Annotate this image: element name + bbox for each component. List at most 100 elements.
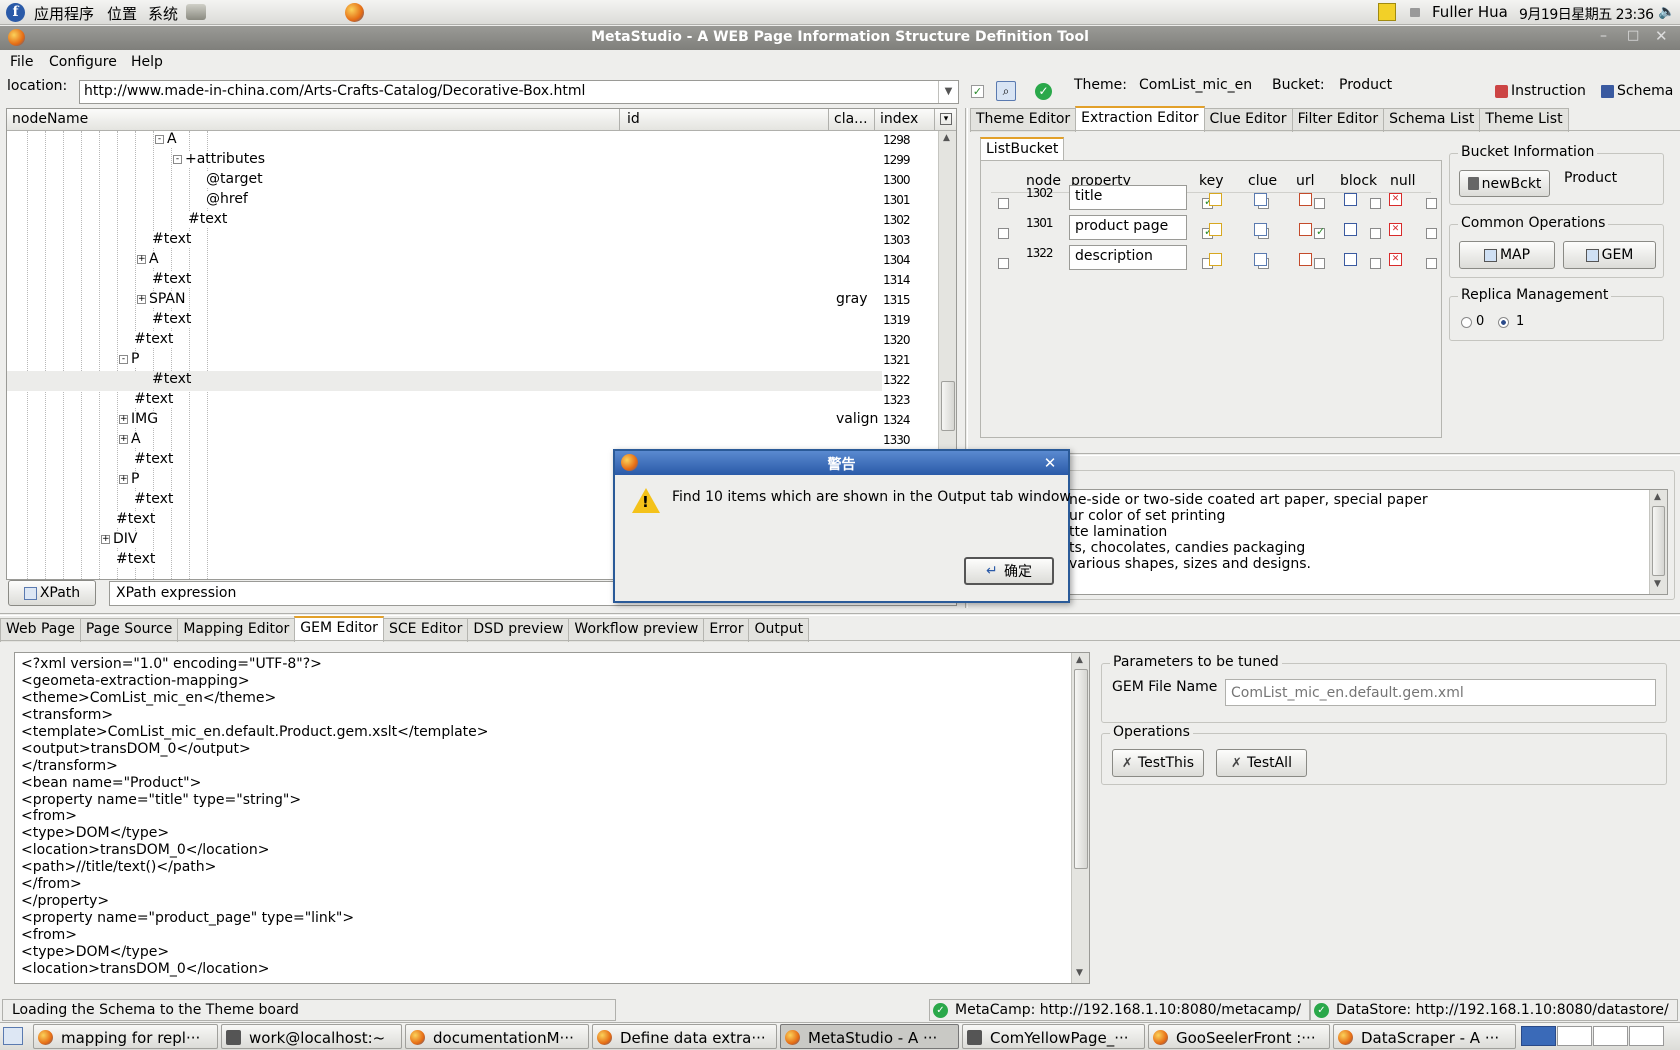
collapse-icon[interactable]: -: [119, 354, 128, 364]
url-option-icon[interactable]: [1299, 193, 1312, 206]
minimize-button[interactable]: –: [1600, 28, 1607, 44]
tab-theme-editor[interactable]: Theme Editor: [970, 108, 1077, 132]
scroll-up-icon[interactable]: ▲: [1076, 655, 1083, 665]
scroll-thumb[interactable]: [1074, 669, 1088, 869]
tree-row[interactable]: - P 1321: [7, 351, 911, 371]
tab-output[interactable]: Output: [748, 618, 810, 642]
new-bucket-button[interactable]: newBckt: [1459, 170, 1550, 197]
expand-icon[interactable]: +: [119, 414, 128, 424]
show-desktop-icon[interactable]: [3, 1027, 23, 1045]
clue-option-icon[interactable]: [1254, 193, 1267, 206]
replica-radio-0[interactable]: [1461, 317, 1472, 328]
menu-places[interactable]: 位置: [107, 3, 137, 24]
collapse-icon[interactable]: -: [155, 134, 164, 144]
gem-code-editor[interactable]: <?xml version="1.0" encoding="UTF-8"?> <g…: [14, 652, 1090, 984]
block-option-icon[interactable]: [1344, 253, 1357, 266]
tree-row[interactable]: + A 1304: [7, 251, 911, 271]
tab-extraction-editor[interactable]: Extraction Editor: [1075, 106, 1205, 130]
tab-page-source[interactable]: Page Source: [79, 618, 179, 642]
taskbar-window-button[interactable]: work@localhost:~: [221, 1024, 402, 1049]
tree-row[interactable]: + SPAN gray 1315: [7, 291, 911, 311]
null-option-icon[interactable]: ✕: [1389, 223, 1402, 236]
location-dropdown-icon[interactable]: ▼: [938, 81, 958, 103]
col-id[interactable]: id: [627, 111, 640, 127]
tab-listbucket[interactable]: ListBucket: [980, 137, 1065, 161]
taskbar-window-button[interactable]: mapping for repl···: [33, 1024, 218, 1049]
url-option-icon[interactable]: [1299, 253, 1312, 266]
taskbar-window-button[interactable]: DataScraper - A ···: [1333, 1024, 1516, 1049]
lock-icon[interactable]: [1410, 8, 1420, 17]
tab-error[interactable]: Error: [703, 618, 750, 642]
tab-filter-editor[interactable]: Filter Editor: [1291, 108, 1385, 132]
null-checkbox[interactable]: [1426, 227, 1437, 239]
scroll-thumb[interactable]: [1652, 506, 1665, 576]
xpath-button[interactable]: XPath: [8, 580, 96, 606]
tree-row[interactable]: #text 1302: [7, 211, 911, 231]
map-button[interactable]: MAP: [1459, 241, 1555, 269]
workspace-3[interactable]: [1593, 1026, 1628, 1046]
volume-icon[interactable]: 🔈: [1658, 4, 1675, 20]
row-select-checkbox[interactable]: [998, 197, 1009, 209]
block-checkbox[interactable]: [1370, 257, 1381, 269]
scroll-down-icon[interactable]: ▼: [1654, 579, 1661, 589]
menu-applications[interactable]: 应用程序: [34, 3, 94, 24]
tree-row[interactable]: @href 1301: [7, 191, 911, 211]
taskbar-window-button[interactable]: documentationM···: [405, 1024, 589, 1049]
tree-row[interactable]: #text 1319: [7, 311, 911, 331]
validate-icon[interactable]: ✓: [1035, 83, 1052, 100]
dialog-ok-button[interactable]: ↵ 确定: [964, 557, 1054, 585]
key-option-icon[interactable]: [1209, 193, 1222, 206]
col-nodename[interactable]: nodeName: [12, 111, 88, 127]
expand-icon[interactable]: +: [137, 254, 146, 264]
test-this-button[interactable]: ✗ TestThis: [1112, 749, 1204, 777]
key-option-icon[interactable]: [1209, 223, 1222, 236]
preview-scrollbar[interactable]: ▲ ▼: [1649, 490, 1667, 594]
location-input[interactable]: http://www.made-in-china.com/Arts-Crafts…: [84, 83, 585, 99]
url-checkbox[interactable]: [1314, 197, 1325, 209]
tab-workflow-preview[interactable]: Workflow preview: [568, 618, 705, 642]
block-option-icon[interactable]: [1344, 223, 1357, 236]
clue-option-icon[interactable]: [1254, 223, 1267, 236]
user-name[interactable]: Fuller Hua: [1432, 3, 1508, 21]
url-checkbox[interactable]: [1314, 257, 1325, 269]
column-chooser-icon[interactable]: ▾: [940, 113, 952, 125]
null-checkbox[interactable]: [1426, 197, 1437, 209]
url-option-icon[interactable]: [1299, 223, 1312, 236]
tree-row[interactable]: #text 1320: [7, 331, 911, 351]
right-splitter[interactable]: [970, 453, 1680, 456]
maximize-button[interactable]: □: [1627, 28, 1639, 43]
expand-icon[interactable]: +: [119, 434, 128, 444]
tree-row[interactable]: + A 1330: [7, 431, 911, 451]
block-checkbox[interactable]: [1370, 197, 1381, 209]
property-name-field[interactable]: description: [1069, 245, 1187, 270]
block-option-icon[interactable]: [1344, 193, 1357, 206]
tree-row[interactable]: #text 1323: [7, 391, 911, 411]
property-name-field[interactable]: product page: [1069, 215, 1187, 240]
menu-system[interactable]: 系统: [148, 3, 178, 24]
close-window-button[interactable]: ✕: [1655, 27, 1668, 45]
expand-icon[interactable]: +: [119, 474, 128, 484]
tab-sce-editor[interactable]: SCE Editor: [382, 618, 469, 642]
expand-icon[interactable]: +: [101, 534, 110, 544]
tab-clue-editor[interactable]: Clue Editor: [1203, 108, 1293, 132]
tree-row[interactable]: @target 1300: [7, 171, 911, 191]
location-combo[interactable]: http://www.made-in-china.com/Arts-Crafts…: [79, 80, 959, 104]
workspace-1[interactable]: [1521, 1026, 1556, 1046]
menu-file[interactable]: File: [10, 54, 33, 70]
taskbar-window-button[interactable]: MetaStudio - A ···: [780, 1024, 959, 1049]
expand-icon[interactable]: +: [137, 294, 146, 304]
key-option-icon[interactable]: [1209, 253, 1222, 266]
scroll-up-icon[interactable]: ▲: [943, 133, 950, 143]
tree-row[interactable]: #text 1303: [7, 231, 911, 251]
inspect-button-icon[interactable]: ⌕: [996, 81, 1016, 101]
collapse-icon[interactable]: -: [173, 154, 182, 164]
row-select-checkbox[interactable]: [998, 257, 1009, 269]
tree-row[interactable]: - A 1298: [7, 131, 911, 151]
null-option-icon[interactable]: ✕: [1389, 253, 1402, 266]
tab-web-page[interactable]: Web Page: [0, 618, 81, 642]
code-scrollbar[interactable]: ▲ ▼: [1071, 653, 1089, 983]
scroll-thumb[interactable]: [941, 381, 955, 431]
property-name-field[interactable]: title: [1069, 185, 1187, 210]
tree-row[interactable]: - +attributes 1299: [7, 151, 911, 171]
tab-mapping-editor[interactable]: Mapping Editor: [177, 618, 296, 642]
